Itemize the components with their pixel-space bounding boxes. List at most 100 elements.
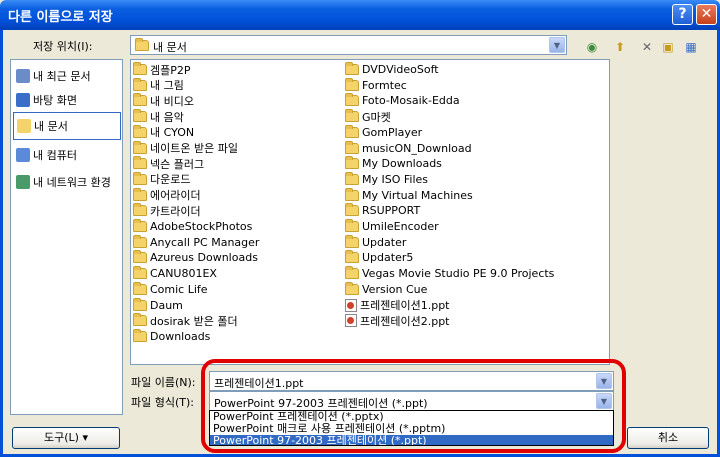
folder-icon [345, 124, 359, 138]
folder-icon [345, 203, 359, 217]
close-button[interactable]: ✕ [696, 4, 717, 25]
folder-icon [133, 313, 147, 327]
list-item[interactable]: musicON_Download [345, 140, 472, 156]
powerpoint-file-icon [345, 314, 357, 328]
place-label: 내 문서 [34, 120, 68, 133]
back-icon[interactable]: ◉ [583, 38, 601, 56]
list-item[interactable]: CANU801EX [133, 266, 217, 281]
file-name: 카트라이더 [150, 204, 201, 218]
list-item[interactable]: Downloads [133, 328, 211, 344]
list-item[interactable]: Formtec [345, 77, 407, 93]
highlight-annotation [201, 359, 626, 453]
file-name: RSUPPORT [362, 204, 421, 218]
folder-icon [133, 77, 147, 91]
file-name: Updater5 [362, 251, 414, 265]
folder-icon [133, 171, 147, 185]
file-name: My ISO Files [362, 172, 429, 186]
list-item[interactable]: dosirak 받은 폴더 [133, 313, 238, 328]
folder-icon [133, 234, 147, 248]
delete-icon[interactable]: ✕ [638, 38, 656, 56]
folder-icon [133, 187, 147, 201]
list-item[interactable]: 겜플P2P [133, 62, 191, 77]
file-name: Anycall PC Manager [150, 235, 260, 249]
list-item[interactable]: Anycall PC Manager [133, 234, 260, 250]
list-item[interactable]: My ISO Files [345, 171, 429, 187]
up-folder-icon[interactable]: ⬆ [611, 38, 629, 56]
list-item[interactable]: 네이트온 받은 파일 [133, 140, 238, 156]
list-item[interactable]: 카트라이더 [133, 203, 201, 218]
folder-icon [345, 62, 359, 75]
file-name: 내 그림 [150, 79, 184, 93]
list-item[interactable]: Updater [345, 234, 406, 250]
place-desktop[interactable]: 바탕 화면 [13, 86, 121, 114]
places-bar: 내 최근 문서 바탕 화면 내 문서 내 컴퓨터 내 네트워크 환경 [10, 59, 123, 415]
list-item[interactable]: My Downloads [345, 156, 442, 171]
list-item[interactable]: 다운로드 [133, 171, 191, 187]
list-item[interactable]: 넥슨 플러그 [133, 156, 204, 171]
folder-icon [345, 281, 359, 295]
list-item[interactable]: Version Cue [345, 281, 427, 297]
list-item[interactable]: DVDVideoSoft [345, 62, 439, 77]
powerpoint-file-icon [345, 298, 357, 312]
place-label: 바탕 화면 [33, 94, 77, 107]
folder-icon [345, 250, 359, 264]
list-item[interactable]: 내 CYON [133, 124, 194, 140]
place-my-documents[interactable]: 내 문서 [13, 112, 121, 140]
file-name: UmileEncoder [362, 220, 439, 233]
list-item[interactable]: Azureus Downloads [133, 250, 258, 265]
folder-icon [133, 281, 147, 295]
list-item[interactable]: 내 비디오 [133, 93, 194, 108]
file-list[interactable]: 겜플P2P 내 그림 내 비디오 내 음악 내 CYON 네이트온 받은 파일 넥슨 플러그… [130, 59, 610, 365]
file-name: 넥슨 플러그 [150, 157, 205, 171]
folder-icon [345, 266, 359, 280]
file-name: 내 비디오 [150, 94, 194, 108]
chevron-down-icon[interactable]: ▼ [549, 37, 565, 53]
list-item[interactable]: My Virtual Machines [345, 187, 473, 203]
list-item[interactable]: AdobeStockPhotos [133, 219, 252, 234]
folder-icon [345, 234, 359, 248]
filetype-label: 파일 형식(T): [131, 396, 194, 409]
folder-icon [133, 62, 147, 75]
file-name: Foto-Mosaik-Edda [362, 94, 460, 108]
folder-icon [133, 250, 147, 264]
filename-label: 파일 이름(N): [131, 376, 196, 389]
save-location-label: 저장 위치(I): [33, 40, 93, 53]
file-name: DVDVideoSoft [362, 63, 439, 76]
folder-icon [345, 156, 359, 170]
views-icon[interactable]: ▦ [682, 38, 700, 56]
help-button[interactable]: ? [672, 4, 693, 25]
new-folder-icon[interactable]: ▣ [659, 38, 677, 56]
list-item[interactable]: 에어라이더 [133, 187, 201, 203]
list-item[interactable]: Foto-Mosaik-Edda [345, 93, 460, 108]
list-item[interactable]: 내 음악 [133, 109, 184, 124]
folder-icon [133, 109, 147, 123]
file-name: 다운로드 [150, 173, 191, 187]
list-item[interactable]: Comic Life [133, 281, 208, 297]
file-name: 프레젠테이션2.ppt [360, 314, 450, 328]
file-name: My Virtual Machines [362, 188, 473, 202]
list-item[interactable]: UmileEncoder [345, 219, 439, 234]
list-item[interactable]: G마켓 [345, 109, 391, 124]
place-my-computer[interactable]: 내 컴퓨터 [13, 141, 121, 169]
file-name: 겜플P2P [150, 63, 191, 77]
save-location-combo[interactable]: 내 문서 ▼ [130, 35, 567, 55]
file-name: 프레젠테이션1.ppt [360, 299, 450, 312]
place-network[interactable]: 내 네트워크 환경 [13, 168, 121, 196]
list-item[interactable]: Vegas Movie Studio PE 9.0 Projects [345, 266, 554, 281]
cancel-button[interactable]: 취소 [627, 427, 709, 449]
list-item[interactable]: 프레젠테이션2.ppt [345, 313, 450, 328]
title-bar: 다른 이름으로 저장 ? ✕ [0, 0, 720, 30]
file-name: Downloads [150, 329, 211, 343]
folder-icon [133, 328, 147, 342]
list-item[interactable]: RSUPPORT [345, 203, 420, 218]
list-item[interactable]: 프레젠테이션1.ppt [345, 298, 450, 313]
folder-icon [345, 93, 359, 107]
my-computer-icon [16, 148, 30, 162]
folder-icon [133, 203, 147, 217]
network-icon [16, 175, 30, 189]
list-item[interactable]: GomPlayer [345, 124, 422, 140]
list-item[interactable]: 내 그림 [133, 77, 184, 93]
list-item[interactable]: Daum [133, 297, 183, 313]
list-item[interactable]: Updater5 [345, 250, 413, 265]
tools-button[interactable]: 도구(L) ▾ [12, 427, 120, 449]
